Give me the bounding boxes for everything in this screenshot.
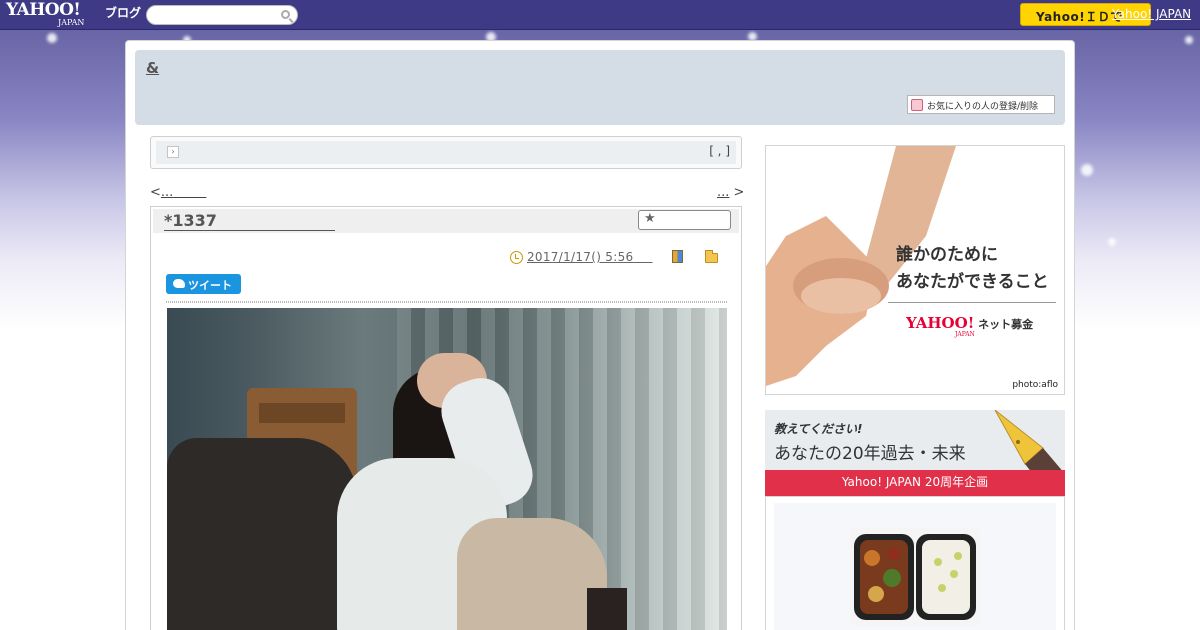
prev-article-link[interactable]: ... [161, 185, 173, 200]
yahoo-japan-link[interactable]: Yahoo! JAPAN [1112, 7, 1191, 21]
blog-page: & お気に入りの人の登録/削除 › [ , ] <... ... > *1337… [125, 40, 1075, 630]
global-header: YAHOO! JAPAN ブログ Yahoo!ＩＤで Yahoo! JAPAN [0, 0, 1200, 30]
tweet-button[interactable]: ツイート [166, 274, 241, 294]
article-title[interactable]: *1337 [164, 212, 335, 231]
ad2-footer: Yahoo! JAPAN 20周年企画 [841, 475, 989, 489]
divider [166, 301, 727, 303]
theme-bar: › [ , ] [150, 136, 742, 169]
logo-japan-text: JAPAN [58, 18, 85, 27]
logo-yahoo-text: YAHOO! [6, 0, 81, 20]
article: *1337 ★ 2017/1/17() 5:56 ツイート [150, 206, 742, 630]
search-icon[interactable] [281, 10, 290, 19]
ad2-line1: 教えてください! [774, 422, 863, 436]
twitter-bird-icon [173, 279, 185, 288]
next-symbol: > [733, 185, 745, 200]
ad2-line2: あなたの20年過去・未来 [774, 444, 966, 464]
prev-article-nav: <... [150, 185, 206, 200]
search-input[interactable] [146, 5, 298, 25]
article-date-link[interactable]: 2017/1/17() 5:56 [527, 250, 633, 264]
next-article-nav: ... > [717, 185, 744, 200]
star-icon: ★ [644, 211, 656, 226]
ad1-photo-credit: photo:aflo [1012, 380, 1058, 390]
article-header: *1337 ★ [153, 209, 739, 233]
folder-icon[interactable] [705, 250, 718, 263]
prev-symbol: < [150, 185, 161, 200]
ad1-brand-suffix: ネット募金 [978, 318, 1034, 331]
widget-photo-frame [774, 503, 1056, 630]
blog-header: & お気に入りの人の登録/削除 [135, 50, 1065, 125]
sidebar-widget-photo[interactable] [765, 496, 1065, 630]
logo-blog-text: ブログ [105, 6, 142, 20]
article-meta: 2017/1/17() 5:56 [510, 250, 653, 264]
blog-title-link[interactable]: & [146, 59, 159, 77]
favorite-register-button[interactable]: お気に入りの人の登録/削除 [907, 95, 1055, 114]
tweet-label: ツイート [188, 279, 232, 292]
favorite-register-label: お気に入りの人の登録/削除 [927, 102, 1039, 112]
theme-bracket-text: [ , ] [709, 144, 730, 158]
sidebar-ad-charity[interactable]: 誰かのために あなたができること YAHOO! ネット募金 JAPAN phot… [765, 145, 1065, 395]
clock-icon [510, 251, 523, 264]
heart-icon [911, 99, 923, 111]
ad1-brand: YAHOO! [906, 314, 975, 332]
article-photo[interactable] [167, 308, 727, 630]
star-favorite-button[interactable]: ★ [638, 210, 731, 230]
ad1-brand-japan: JAPAN [955, 331, 975, 338]
chevron-right-icon[interactable]: › [167, 146, 179, 158]
yahoo-blog-logo[interactable]: YAHOO! JAPAN ブログ [6, 0, 141, 28]
ad1-line2: あなたができること [896, 272, 1049, 292]
sidebar-ad-20th-anniversary[interactable]: 教えてください! あなたの20年過去・未来 Yahoo! JAPAN 20周年企… [765, 410, 1065, 496]
bento-photo[interactable] [850, 528, 980, 626]
theme-bar-inner: › [ , ] [156, 141, 736, 164]
next-article-link[interactable]: ... [717, 185, 729, 200]
ad1-line1: 誰かのために [896, 245, 998, 265]
book-icon[interactable] [672, 250, 683, 263]
